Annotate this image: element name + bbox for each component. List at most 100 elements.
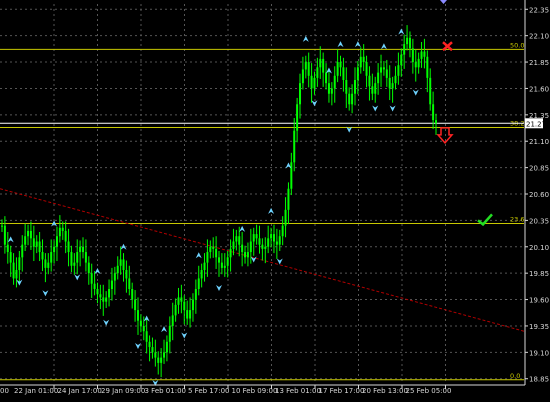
candle-body [403, 44, 406, 55]
candle-body [397, 65, 400, 76]
candle-body [189, 310, 192, 319]
candle-body [82, 246, 85, 253]
candle-body [119, 259, 122, 266]
y-tick-label: 22.35 [529, 6, 549, 14]
candle-body [96, 289, 99, 295]
candle-body [252, 234, 255, 242]
candle-body [371, 86, 374, 94]
candle-body [423, 51, 426, 57]
fib-level-label: 23.6 [510, 216, 524, 224]
candle-body [105, 297, 108, 302]
candle-body [87, 262, 90, 274]
candle-body [116, 265, 119, 274]
candle-body [44, 259, 47, 268]
candle-body [206, 252, 209, 263]
candle-body [255, 234, 258, 239]
candle-body [333, 75, 336, 89]
candle-body [203, 262, 206, 270]
candle-body [400, 54, 403, 66]
candle-body [84, 252, 87, 263]
candle-body [348, 93, 351, 105]
candle-body [102, 297, 105, 302]
candle-body [284, 209, 287, 226]
candle-body [377, 72, 380, 84]
candle-body [429, 77, 432, 105]
candle-body [145, 331, 148, 342]
candle-body [125, 270, 128, 279]
candle-body [267, 238, 270, 247]
candle-body [238, 236, 241, 245]
candle-body [50, 252, 53, 263]
candle-body [64, 230, 67, 242]
candle-body [417, 58, 420, 68]
x-tick-label: 20 Feb 13:00 [362, 387, 408, 395]
candle-body [408, 37, 411, 49]
x-tick-label-partial: 00 [0, 387, 9, 395]
chart-background [0, 0, 550, 402]
candle-body [79, 246, 82, 253]
candle-body [53, 246, 56, 253]
candle-body [342, 67, 345, 80]
candle-body [151, 347, 154, 353]
candle-body [58, 227, 61, 237]
candle-body [281, 225, 284, 237]
candle-body [108, 289, 111, 298]
candle-body [177, 297, 180, 305]
candle-body [186, 310, 189, 319]
candle-body [90, 273, 93, 284]
candle-body [41, 252, 44, 260]
candle-body [122, 259, 125, 270]
candle-body [18, 257, 21, 270]
candle-body [325, 72, 328, 84]
candle-body [55, 236, 58, 247]
candle-body [168, 325, 171, 342]
candle-body [426, 56, 429, 78]
candle-body [61, 227, 64, 231]
candle-body [76, 252, 79, 263]
x-tick-label: 3 Feb 01:00 [145, 387, 186, 395]
candle-body [365, 62, 368, 76]
x-tick-label: 5 Feb 17:00 [188, 387, 229, 395]
candle-body [194, 289, 197, 300]
candle-body [212, 246, 215, 249]
y-tick-label: 20.60 [529, 191, 549, 199]
candle-body [264, 246, 267, 249]
candle-body [391, 83, 394, 89]
candle-body [24, 236, 27, 245]
candle-body [73, 262, 76, 266]
candle-body [154, 352, 157, 358]
candle-body [215, 248, 218, 258]
candle-body [299, 83, 302, 105]
candle-body [35, 241, 38, 247]
y-tick-label: 20.35 [529, 217, 549, 225]
candle-body [235, 236, 238, 242]
candle-body [15, 270, 18, 279]
candle-body [327, 83, 330, 94]
candle-body [356, 67, 359, 80]
x-tick-label: 22 Jan 01:00 [14, 387, 58, 395]
candle-body [287, 188, 290, 210]
price-chart[interactable]: 50.038.223.60.0 22.3522.1021.8521.6021.3… [0, 0, 550, 402]
candle-body [9, 252, 12, 263]
candle-body [157, 357, 160, 363]
candle-body [134, 299, 137, 311]
candle-body [148, 341, 151, 348]
candle-body [432, 104, 435, 121]
x-tick-label: 25 Feb 05:00 [406, 387, 452, 395]
candle-body [380, 67, 383, 73]
candle-body [99, 294, 102, 298]
x-tick-label: 17 Feb 17:00 [319, 387, 365, 395]
candle-body [183, 301, 186, 311]
y-tick-label: 19.10 [529, 349, 549, 357]
candle-body [351, 93, 354, 105]
x-tick-label: 10 Feb 09:00 [232, 387, 278, 395]
candle-body [414, 62, 417, 68]
candle-body [420, 51, 423, 59]
candle-body [353, 80, 356, 94]
candle-body [47, 262, 50, 268]
candle-body [272, 234, 275, 242]
candle-body [12, 262, 15, 279]
candle-body [197, 278, 200, 289]
candle-body [374, 83, 377, 94]
candle-body [241, 244, 244, 253]
